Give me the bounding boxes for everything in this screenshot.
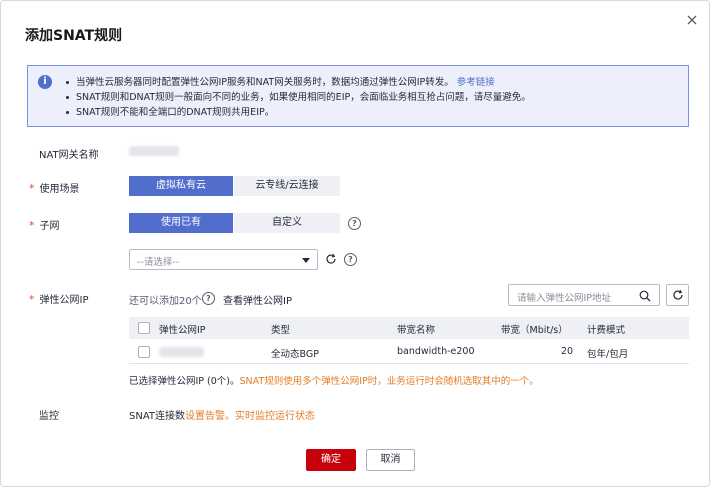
subnet-existing-button[interactable]: 使用已有 [129, 213, 233, 233]
notice-item: 当弹性云服务器同时配置弹性公网IP服务和NAT网关服务时，数据均通过弹性公网IP… [66, 75, 531, 90]
cell-bandwidth-name: bandwidth-e200 [397, 346, 475, 357]
refresh-icon [673, 289, 683, 300]
close-icon[interactable] [685, 13, 699, 27]
table-row[interactable]: 全动态BGP bandwidth-e200 20 包年/包月 [129, 340, 689, 364]
eip-label: 弹性公网IP [29, 291, 89, 306]
subnet-select-value: --请选择-- [137, 257, 180, 268]
eip-table-header: 弹性公网IP 类型 带宽名称 带宽（Mbit/s） 计费模式 [129, 317, 689, 339]
monitor-text: SNAT连接数 [129, 411, 186, 422]
notice-item: SNAT规则不能和全端口的DNAT规则共用EIP。 [66, 105, 531, 120]
eip-quota-text: 还可以添加20个 [129, 296, 202, 307]
subnet-help-icon[interactable]: ? [348, 217, 361, 230]
cell-bandwidth: 20 [561, 346, 574, 357]
selection-count-text: 已选择弹性公网IP (0个)。 [129, 376, 240, 387]
view-eip-link[interactable]: 查看弹性公网IP [223, 292, 292, 307]
column-header-type: 类型 [271, 325, 291, 336]
selection-message: 已选择弹性公网IP (0个)。SNAT规则使用多个弹性公网IP时，业务运行时会随… [129, 373, 539, 387]
eip-refresh-button[interactable] [666, 284, 689, 306]
subnet-select[interactable]: --请选择-- [129, 249, 318, 270]
nat-name-value-redacted [129, 146, 179, 156]
eip-search-placeholder: 请输入弹性公网IP地址 [517, 293, 612, 304]
select-all-checkbox[interactable] [138, 322, 150, 334]
column-header-bandwidth: 带宽（Mbit/s） [501, 325, 568, 336]
monitor-row: SNAT连接数设置告警。实时监控运行状态 [129, 407, 315, 422]
add-snat-rule-dialog: 添加SNAT规则 i 当弹性云服务器同时配置弹性公网IP服务和NAT网关服务时，… [0, 0, 710, 487]
monitor-separator: 。 [225, 411, 236, 422]
scenario-vpc-button[interactable]: 虚拟私有云 [129, 176, 233, 196]
cell-type: 全动态BGP [271, 349, 319, 360]
info-icon: i [38, 75, 52, 89]
notice-text: 当弹性云服务器同时配置弹性公网IP服务和NAT网关服务时，数据均通过弹性公网IP… [76, 77, 454, 88]
confirm-button[interactable]: 确定 [306, 449, 356, 471]
column-header-billing: 计费模式 [587, 325, 626, 336]
notice-list: 当弹性云服务器同时配置弹性公网IP服务和NAT网关服务时，数据均通过弹性公网IP… [66, 75, 531, 120]
nat-name-label: NAT网关名称 [39, 150, 99, 161]
monitor-label: 监控 [39, 411, 59, 422]
selection-warning-text: SNAT规则使用多个弹性公网IP时，业务运行时会随机选取其中的一个。 [239, 376, 539, 387]
cell-billing: 包年/包月 [587, 349, 629, 360]
subnet-refresh-icon[interactable] [325, 253, 337, 265]
row-checkbox[interactable] [138, 346, 150, 358]
column-header-eip: 弹性公网IP [159, 325, 206, 336]
dialog-title: 添加SNAT规则 [25, 28, 123, 44]
subnet-label: 子网 [29, 217, 60, 232]
subnet-custom-button[interactable]: 自定义 [234, 213, 340, 233]
column-header-bandwidth-name: 带宽名称 [397, 325, 436, 336]
chevron-down-icon [302, 258, 310, 263]
info-notice: i 当弹性云服务器同时配置弹性公网IP服务和NAT网关服务时，数据均通过弹性公网… [27, 65, 689, 127]
eip-help-icon[interactable]: ? [202, 292, 215, 305]
subnet-select-help-icon[interactable]: ? [344, 253, 357, 266]
reference-link[interactable]: 参考链接 [457, 77, 495, 88]
notice-item: SNAT规则和DNAT规则一般面向不同的业务，如果使用相同的EIP，会面临业务相… [66, 90, 531, 105]
scenario-direct-connect-button[interactable]: 云专线/云连接 [234, 176, 340, 196]
eip-search-input[interactable]: 请输入弹性公网IP地址 [508, 284, 660, 306]
realtime-monitor-link[interactable]: 实时监控运行状态 [235, 411, 315, 422]
cancel-button[interactable]: 取消 [366, 449, 415, 471]
search-icon[interactable] [639, 290, 651, 302]
eip-address-redacted [159, 347, 204, 357]
scenario-label: 使用场景 [29, 180, 80, 195]
set-alarm-link[interactable]: 设置告警 [185, 411, 225, 422]
